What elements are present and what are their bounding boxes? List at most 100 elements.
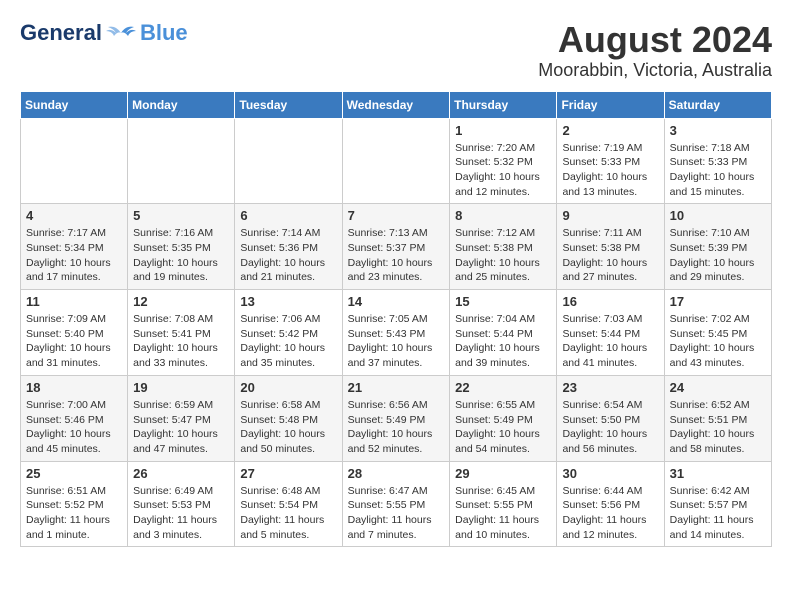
- logo-general: General: [20, 20, 102, 46]
- day-info: Sunrise: 7:16 AM Sunset: 5:35 PM Dayligh…: [133, 226, 229, 285]
- calendar-day-cell: 25 Sunrise: 6:51 AM Sunset: 5:52 PM Dayli…: [21, 461, 128, 547]
- logo-bird-icon: [106, 23, 136, 43]
- day-info: Sunrise: 6:45 AM Sunset: 5:55 PM Dayligh…: [455, 484, 551, 543]
- calendar-day-cell: 24Sunrise: 6:52 AM Sunset: 5:51 PM Dayli…: [664, 375, 771, 461]
- day-info: Sunrise: 6:54 AM Sunset: 5:50 PM Dayligh…: [562, 398, 658, 457]
- day-info: Sunrise: 6:59 AM Sunset: 5:47 PM Dayligh…: [133, 398, 229, 457]
- column-header-monday: Monday: [128, 91, 235, 118]
- day-number: 18: [26, 380, 122, 395]
- day-info: Sunrise: 7:02 AM Sunset: 5:45 PM Dayligh…: [670, 312, 766, 371]
- calendar-day-cell: 28 Sunrise: 6:47 AM Sunset: 5:55 PM Dayli…: [342, 461, 450, 547]
- calendar-day-cell: 23 Sunrise: 6:54 AM Sunset: 5:50 PM Dayli…: [557, 375, 664, 461]
- page-header: General Blue August 2024 Moorabbin, Vict…: [20, 20, 772, 81]
- calendar-day-cell: 6Sunrise: 7:14 AM Sunset: 5:36 PM Daylig…: [235, 204, 342, 290]
- column-header-thursday: Thursday: [450, 91, 557, 118]
- day-info: Sunrise: 7:12 AM Sunset: 5:38 PM Dayligh…: [455, 226, 551, 285]
- day-info: Sunrise: 6:52 AM Sunset: 5:51 PM Dayligh…: [670, 398, 766, 457]
- day-number: 31: [670, 466, 766, 481]
- day-info: Sunrise: 7:09 AM Sunset: 5:40 PM Dayligh…: [26, 312, 122, 371]
- calendar-day-cell: 20 Sunrise: 6:58 AM Sunset: 5:48 PM Dayli…: [235, 375, 342, 461]
- day-info: Sunrise: 6:55 AM Sunset: 5:49 PM Dayligh…: [455, 398, 551, 457]
- day-number: 8: [455, 208, 551, 223]
- calendar-week-row: 4Sunrise: 7:17 AM Sunset: 5:34 PM Daylig…: [21, 204, 772, 290]
- calendar-day-cell: 30Sunrise: 6:44 AM Sunset: 5:56 PM Dayli…: [557, 461, 664, 547]
- day-number: 15: [455, 294, 551, 309]
- calendar-day-cell: 7 Sunrise: 7:13 AM Sunset: 5:37 PM Daylig…: [342, 204, 450, 290]
- day-number: 6: [240, 208, 336, 223]
- calendar-day-cell: 2Sunrise: 7:19 AM Sunset: 5:33 PM Daylig…: [557, 118, 664, 204]
- column-header-saturday: Saturday: [664, 91, 771, 118]
- column-header-friday: Friday: [557, 91, 664, 118]
- day-info: Sunrise: 7:08 AM Sunset: 5:41 PM Dayligh…: [133, 312, 229, 371]
- day-number: 27: [240, 466, 336, 481]
- day-info: Sunrise: 7:04 AM Sunset: 5:44 PM Dayligh…: [455, 312, 551, 371]
- calendar-day-cell: 27 Sunrise: 6:48 AM Sunset: 5:54 PM Dayli…: [235, 461, 342, 547]
- day-number: 12: [133, 294, 229, 309]
- title-block: August 2024 Moorabbin, Victoria, Austral…: [538, 20, 772, 81]
- calendar-day-cell: 29 Sunrise: 6:45 AM Sunset: 5:55 PM Dayli…: [450, 461, 557, 547]
- day-info: Sunrise: 7:05 AM Sunset: 5:43 PM Dayligh…: [348, 312, 445, 371]
- calendar-day-cell: 16Sunrise: 7:03 AM Sunset: 5:44 PM Dayli…: [557, 290, 664, 376]
- calendar-day-cell: 22Sunrise: 6:55 AM Sunset: 5:49 PM Dayli…: [450, 375, 557, 461]
- day-number: 25: [26, 466, 122, 481]
- logo: General Blue: [20, 20, 188, 46]
- day-number: 17: [670, 294, 766, 309]
- calendar-day-cell: 1Sunrise: 7:20 AM Sunset: 5:32 PM Daylig…: [450, 118, 557, 204]
- page-subtitle: Moorabbin, Victoria, Australia: [538, 60, 772, 81]
- calendar-week-row: 1Sunrise: 7:20 AM Sunset: 5:32 PM Daylig…: [21, 118, 772, 204]
- day-info: Sunrise: 6:58 AM Sunset: 5:48 PM Dayligh…: [240, 398, 336, 457]
- calendar-day-cell: 13 Sunrise: 7:06 AM Sunset: 5:42 PM Dayli…: [235, 290, 342, 376]
- calendar-day-cell: [342, 118, 450, 204]
- day-info: Sunrise: 7:10 AM Sunset: 5:39 PM Dayligh…: [670, 226, 766, 285]
- day-info: Sunrise: 6:44 AM Sunset: 5:56 PM Dayligh…: [562, 484, 658, 543]
- calendar-day-cell: 5 Sunrise: 7:16 AM Sunset: 5:35 PM Daylig…: [128, 204, 235, 290]
- day-number: 14: [348, 294, 445, 309]
- column-header-wednesday: Wednesday: [342, 91, 450, 118]
- day-number: 9: [562, 208, 658, 223]
- calendar-day-cell: 21Sunrise: 6:56 AM Sunset: 5:49 PM Dayli…: [342, 375, 450, 461]
- calendar-week-row: 25 Sunrise: 6:51 AM Sunset: 5:52 PM Dayli…: [21, 461, 772, 547]
- calendar-day-cell: 15 Sunrise: 7:04 AM Sunset: 5:44 PM Dayli…: [450, 290, 557, 376]
- day-info: Sunrise: 6:51 AM Sunset: 5:52 PM Dayligh…: [26, 484, 122, 543]
- day-info: Sunrise: 6:49 AM Sunset: 5:53 PM Dayligh…: [133, 484, 229, 543]
- day-number: 16: [562, 294, 658, 309]
- column-header-tuesday: Tuesday: [235, 91, 342, 118]
- calendar-day-cell: 31 Sunrise: 6:42 AM Sunset: 5:57 PM Dayli…: [664, 461, 771, 547]
- calendar-week-row: 11 Sunrise: 7:09 AM Sunset: 5:40 PM Dayli…: [21, 290, 772, 376]
- page-title: August 2024: [538, 20, 772, 60]
- day-number: 10: [670, 208, 766, 223]
- logo-blue: Blue: [140, 20, 188, 46]
- day-info: Sunrise: 7:19 AM Sunset: 5:33 PM Dayligh…: [562, 141, 658, 200]
- day-number: 5: [133, 208, 229, 223]
- calendar-day-cell: 14 Sunrise: 7:05 AM Sunset: 5:43 PM Dayli…: [342, 290, 450, 376]
- day-number: 19: [133, 380, 229, 395]
- day-info: Sunrise: 7:20 AM Sunset: 5:32 PM Dayligh…: [455, 141, 551, 200]
- day-info: Sunrise: 7:00 AM Sunset: 5:46 PM Dayligh…: [26, 398, 122, 457]
- day-info: Sunrise: 6:47 AM Sunset: 5:55 PM Dayligh…: [348, 484, 445, 543]
- calendar-day-cell: 3 Sunrise: 7:18 AM Sunset: 5:33 PM Daylig…: [664, 118, 771, 204]
- day-info: Sunrise: 7:18 AM Sunset: 5:33 PM Dayligh…: [670, 141, 766, 200]
- calendar-day-cell: 12 Sunrise: 7:08 AM Sunset: 5:41 PM Dayli…: [128, 290, 235, 376]
- calendar-week-row: 18 Sunrise: 7:00 AM Sunset: 5:46 PM Dayli…: [21, 375, 772, 461]
- day-number: 29: [455, 466, 551, 481]
- day-number: 3: [670, 123, 766, 138]
- day-number: 28: [348, 466, 445, 481]
- calendar-day-cell: 17 Sunrise: 7:02 AM Sunset: 5:45 PM Dayli…: [664, 290, 771, 376]
- calendar-day-cell: 11 Sunrise: 7:09 AM Sunset: 5:40 PM Dayli…: [21, 290, 128, 376]
- day-number: 13: [240, 294, 336, 309]
- day-info: Sunrise: 7:13 AM Sunset: 5:37 PM Dayligh…: [348, 226, 445, 285]
- day-number: 7: [348, 208, 445, 223]
- calendar-day-cell: 10 Sunrise: 7:10 AM Sunset: 5:39 PM Dayli…: [664, 204, 771, 290]
- day-number: 4: [26, 208, 122, 223]
- calendar-day-cell: [128, 118, 235, 204]
- day-info: Sunrise: 7:06 AM Sunset: 5:42 PM Dayligh…: [240, 312, 336, 371]
- day-number: 20: [240, 380, 336, 395]
- day-info: Sunrise: 6:48 AM Sunset: 5:54 PM Dayligh…: [240, 484, 336, 543]
- calendar-table: SundayMondayTuesdayWednesdayThursdayFrid…: [20, 91, 772, 548]
- day-info: Sunrise: 7:11 AM Sunset: 5:38 PM Dayligh…: [562, 226, 658, 285]
- day-number: 23: [562, 380, 658, 395]
- day-number: 11: [26, 294, 122, 309]
- calendar-day-cell: [235, 118, 342, 204]
- calendar-day-cell: 9 Sunrise: 7:11 AM Sunset: 5:38 PM Daylig…: [557, 204, 664, 290]
- day-info: Sunrise: 6:42 AM Sunset: 5:57 PM Dayligh…: [670, 484, 766, 543]
